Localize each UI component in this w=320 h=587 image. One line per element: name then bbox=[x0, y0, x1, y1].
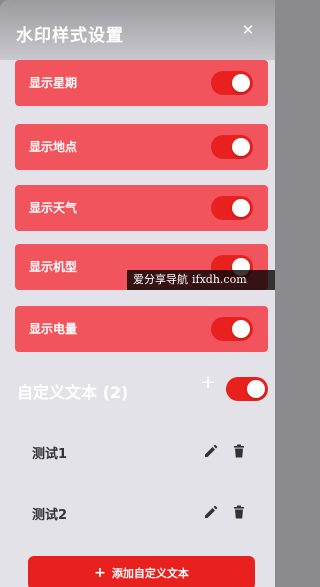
toggle-row-battery: 显示电量 bbox=[15, 306, 268, 352]
toggle-label-weather: 显示天气 bbox=[29, 201, 78, 215]
toggle-switch-location[interactable] bbox=[211, 135, 253, 159]
pencil-icon[interactable] bbox=[203, 443, 219, 459]
toggle-switch-weekday[interactable] bbox=[211, 71, 253, 95]
toggle-switch-weather[interactable] bbox=[211, 196, 253, 220]
toggle-knob bbox=[232, 74, 250, 92]
custom-text-section-title: 自定义文本 (2) bbox=[17, 383, 129, 402]
panel-header: 水印样式设置 ✕ bbox=[0, 0, 275, 60]
toggle-label-weekday: 显示星期 bbox=[29, 76, 78, 90]
toggle-row-location: 显示地点 bbox=[15, 124, 268, 170]
toggle-knob bbox=[232, 199, 250, 217]
toggle-knob bbox=[232, 138, 250, 156]
trash-icon[interactable] bbox=[231, 443, 247, 459]
toggle-knob bbox=[232, 320, 250, 338]
toggle-row-weather: 显示天气 bbox=[15, 185, 268, 231]
watermark-settings-panel: 水印样式设置 ✕ 显示星期 显示地点 显示天气 显示机型 显示电量 自定义文本 … bbox=[0, 0, 275, 587]
watermark-url: ifxdh.com bbox=[192, 273, 247, 286]
toggle-knob bbox=[247, 380, 265, 398]
close-icon[interactable]: ✕ bbox=[238, 20, 258, 40]
custom-text-item: 测试2 bbox=[15, 487, 268, 537]
toggle-switch-battery[interactable] bbox=[211, 317, 253, 341]
custom-text-item-label: 测试2 bbox=[32, 508, 68, 523]
toggle-label-location: 显示地点 bbox=[29, 140, 78, 154]
add-custom-text-icon[interactable]: + bbox=[200, 374, 216, 392]
custom-text-item: 测试1 bbox=[15, 426, 268, 476]
plus-icon: + bbox=[94, 565, 106, 581]
panel-title: 水印样式设置 bbox=[16, 26, 124, 46]
custom-text-item-label: 测试1 bbox=[32, 447, 68, 462]
watermark-site-name: 爱分享导航 bbox=[133, 273, 188, 286]
add-custom-text-label: 添加自定义文本 bbox=[111, 567, 189, 580]
toggle-label-device-model: 显示机型 bbox=[29, 260, 78, 274]
trash-icon[interactable] bbox=[231, 504, 247, 520]
add-custom-text-button[interactable]: + 添加自定义文本 bbox=[28, 556, 255, 587]
toggle-row-weekday: 显示星期 bbox=[15, 60, 268, 106]
toggle-label-battery: 显示电量 bbox=[29, 322, 78, 336]
pencil-icon[interactable] bbox=[203, 504, 219, 520]
site-watermark: 爱分享导航 ifxdh.com bbox=[127, 270, 275, 290]
custom-text-toggle[interactable] bbox=[226, 377, 268, 401]
